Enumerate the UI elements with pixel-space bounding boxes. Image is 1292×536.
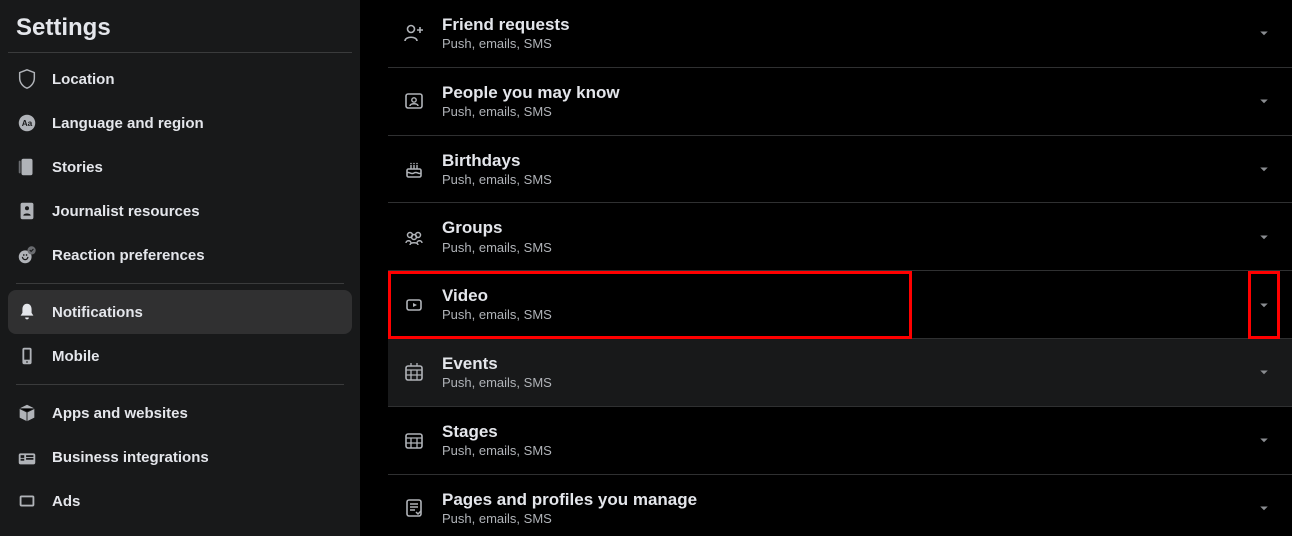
notification-title: Pages and profiles you manage <box>442 489 1254 510</box>
notification-row-events[interactable]: EventsPush, emails, SMS <box>388 339 1292 407</box>
sidebar-title: Settings <box>8 8 352 53</box>
bell-icon <box>16 301 52 323</box>
sidebar-item-apps-and-websites[interactable]: Apps and websites <box>8 391 352 435</box>
notification-text: EventsPush, emails, SMS <box>442 353 1254 392</box>
sidebar-item-location[interactable]: Location <box>8 57 352 101</box>
sidebar-item-language-and-region[interactable]: Language and region <box>8 101 352 145</box>
sidebar-item-label: Mobile <box>52 348 100 365</box>
sidebar-item-business-integrations[interactable]: Business integrations <box>8 435 352 479</box>
sidebar-item-label: Business integrations <box>52 449 209 466</box>
notification-text: VideoPush, emails, SMS <box>442 285 1254 324</box>
birthdays-icon <box>402 157 442 181</box>
sidebar-divider <box>16 283 344 284</box>
notification-row-stages[interactable]: StagesPush, emails, SMS <box>388 407 1292 475</box>
notification-subtitle: Push, emails, SMS <box>442 510 1254 528</box>
notification-title: Friend requests <box>442 14 1254 35</box>
sidebar-item-stories[interactable]: Stories <box>8 145 352 189</box>
notifications-panel: Friend requestsPush, emails, SMSPeople y… <box>360 0 1292 536</box>
sidebar-item-journalist-resources[interactable]: Journalist resources <box>8 189 352 233</box>
notification-subtitle: Push, emails, SMS <box>442 442 1254 460</box>
journalist-icon <box>16 200 52 222</box>
notification-subtitle: Push, emails, SMS <box>442 103 1254 121</box>
friend-requests-icon <box>402 21 442 45</box>
notification-subtitle: Push, emails, SMS <box>442 171 1254 189</box>
chevron-down-icon[interactable] <box>1254 363 1274 381</box>
notification-subtitle: Push, emails, SMS <box>442 374 1254 392</box>
settings-sidebar: Settings Location Language and region Stor… <box>0 0 360 536</box>
notification-text: StagesPush, emails, SMS <box>442 421 1254 460</box>
mobile-icon <box>16 345 52 367</box>
apps-icon <box>16 402 52 424</box>
notification-title: Birthdays <box>442 150 1254 171</box>
notification-row-people-you-may-know[interactable]: People you may knowPush, emails, SMS <box>388 68 1292 136</box>
notification-text: BirthdaysPush, emails, SMS <box>442 150 1254 189</box>
notification-row-pages-and-profiles-you-manage[interactable]: Pages and profiles you managePush, email… <box>388 475 1292 536</box>
chevron-down-icon[interactable] <box>1254 160 1274 178</box>
notification-row-video[interactable]: VideoPush, emails, SMS <box>388 271 1292 339</box>
notification-text: People you may knowPush, emails, SMS <box>442 82 1254 121</box>
reaction-icon <box>16 244 52 266</box>
notification-text: GroupsPush, emails, SMS <box>442 217 1254 256</box>
pages-icon <box>402 496 442 520</box>
chevron-down-icon[interactable] <box>1254 228 1274 246</box>
chevron-down-icon[interactable] <box>1254 24 1274 42</box>
notification-subtitle: Push, emails, SMS <box>442 306 1254 324</box>
sidebar-item-notifications[interactable]: Notifications <box>8 290 352 334</box>
notification-row-groups[interactable]: GroupsPush, emails, SMS <box>388 203 1292 271</box>
sidebar-item-reaction-preferences[interactable]: Reaction preferences <box>8 233 352 277</box>
chevron-down-icon[interactable] <box>1254 431 1274 449</box>
ads-icon <box>16 490 52 512</box>
stages-icon <box>402 428 442 452</box>
sidebar-item-label: Language and region <box>52 115 204 132</box>
sidebar-item-mobile[interactable]: Mobile <box>8 334 352 378</box>
notification-title: Video <box>442 285 1254 306</box>
notification-title: Stages <box>442 421 1254 442</box>
people-you-may-know-icon <box>402 89 442 113</box>
sidebar-item-label: Apps and websites <box>52 405 188 422</box>
notification-title: People you may know <box>442 82 1254 103</box>
groups-icon <box>402 225 442 249</box>
sidebar-item-ad-payments[interactable]: Ad payments <box>8 523 352 536</box>
notification-title: Groups <box>442 217 1254 238</box>
notification-row-birthdays[interactable]: BirthdaysPush, emails, SMS <box>388 136 1292 204</box>
location-shield-icon <box>16 68 52 90</box>
chevron-down-icon[interactable] <box>1254 499 1274 517</box>
sidebar-divider <box>16 384 344 385</box>
video-icon <box>402 293 442 317</box>
notification-text: Pages and profiles you managePush, email… <box>442 489 1254 528</box>
sidebar-item-label: Reaction preferences <box>52 247 205 264</box>
events-icon <box>402 360 442 384</box>
business-icon <box>16 446 52 468</box>
sidebar-item-label: Stories <box>52 159 103 176</box>
sidebar-item-label: Notifications <box>52 304 143 321</box>
stories-icon <box>16 156 52 178</box>
language-icon <box>16 112 52 134</box>
notification-title: Events <box>442 353 1254 374</box>
sidebar-item-label: Ads <box>52 493 80 510</box>
chevron-down-icon[interactable] <box>1254 92 1274 110</box>
chevron-down-icon[interactable] <box>1254 296 1274 314</box>
notification-text: Friend requestsPush, emails, SMS <box>442 14 1254 53</box>
notification-row-friend-requests[interactable]: Friend requestsPush, emails, SMS <box>388 0 1292 68</box>
sidebar-item-label: Location <box>52 71 115 88</box>
sidebar-item-ads[interactable]: Ads <box>8 479 352 523</box>
notification-subtitle: Push, emails, SMS <box>442 35 1254 53</box>
notification-subtitle: Push, emails, SMS <box>442 239 1254 257</box>
sidebar-item-label: Journalist resources <box>52 203 200 220</box>
